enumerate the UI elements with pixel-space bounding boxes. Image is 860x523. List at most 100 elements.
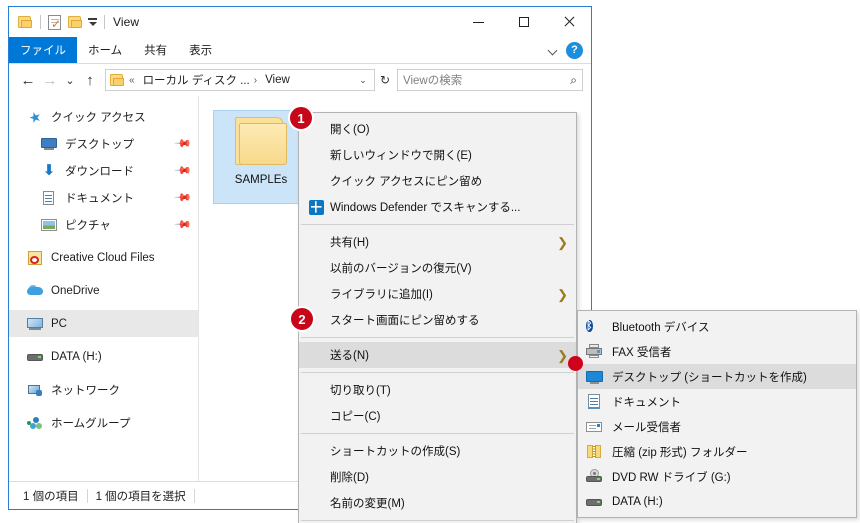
submenu-item-compressed-zip-folder[interactable]: 圧縮 (zip 形式) フォルダー [578, 439, 856, 464]
sidebar-item-onedrive[interactable]: OneDrive [9, 277, 198, 304]
context-menu-item-send-to[interactable]: 送る(N) ❯ [299, 342, 576, 368]
pictures-icon [41, 217, 57, 233]
status-divider-2 [193, 488, 195, 503]
sidebar-item-label: OneDrive [51, 284, 100, 297]
context-menu-item-create-shortcut[interactable]: ショートカットの作成(S) [299, 438, 576, 464]
breadcrumb-separator: › [253, 74, 258, 86]
context-menu-item-copy[interactable]: コピー(C) [299, 403, 576, 429]
submenu-item-mail-recipient[interactable]: メール受信者 [578, 414, 856, 439]
submenu-item-fax-recipient[interactable]: FAX 受信者 [578, 339, 856, 364]
document-icon [586, 393, 604, 410]
context-menu-item-cut[interactable]: 切り取り(T) [299, 377, 576, 403]
navigation-pane: ★ クイック アクセス デスクトップ 📌 ⬇ ダウンロード 📌 ドキュメント 📌… [9, 96, 199, 481]
sidebar-item-pc[interactable]: PC [9, 310, 198, 337]
status-item-count: 1 個の項目 [23, 490, 79, 503]
context-menu-item-open-new-window[interactable]: 新しいウィンドウで開く(E) [299, 142, 576, 168]
context-menu-item-defender-scan[interactable]: Windows Defender でスキャンする... [299, 194, 576, 220]
close-button[interactable] [546, 7, 591, 37]
tab-home[interactable]: ホーム [77, 37, 133, 63]
breadcrumb-item-1[interactable]: View [265, 74, 290, 86]
up-button[interactable]: ↑ [79, 69, 101, 91]
context-menu-separator [301, 224, 574, 225]
context-menu-item-restore-previous-versions[interactable]: 以前のバージョンの復元(V) [299, 255, 576, 281]
explorer-screenshot: ✓ View ファイル ホーム 共有 表示 ? ← → ⌄ ↑ « ローカル デ… [0, 0, 860, 523]
back-button[interactable]: ← [17, 69, 39, 91]
pin-icon[interactable]: 📌 [174, 134, 193, 153]
context-menu-item-label: 送る(N) [330, 350, 369, 362]
recent-locations-icon[interactable]: ⌄ [61, 69, 79, 91]
help-button[interactable]: ? [566, 41, 583, 59]
sidebar-item-creative-cloud-files[interactable]: Creative Cloud Files [9, 244, 198, 271]
submenu-item-label: Bluetooth デバイス [612, 321, 710, 334]
folder-icon[interactable] [18, 15, 33, 29]
new-folder-icon[interactable] [68, 15, 83, 29]
submenu-item-label: FAX 受信者 [612, 346, 672, 359]
minimize-button[interactable] [456, 7, 501, 37]
submenu-item-label: DVD RW ドライブ (G:) [612, 471, 731, 484]
breadcrumb-item-0[interactable]: ローカル ディスク ... [143, 72, 250, 88]
context-menu-item-label: 開く(O) [330, 124, 370, 136]
context-menu-item-label: コピー(C) [330, 411, 381, 423]
sidebar-item-label: Creative Cloud Files [51, 251, 155, 264]
title-bar: ✓ View [9, 7, 591, 37]
pin-icon[interactable]: 📌 [174, 161, 193, 180]
sidebar-item-label: デスクトップ [65, 138, 134, 151]
qat-divider [40, 15, 41, 29]
quick-access-toolbar: ✓ View [9, 14, 140, 30]
sidebar-item-pictures[interactable]: ピクチャ 📌 [9, 211, 198, 238]
address-dropdown-icon[interactable]: ⌄ [356, 75, 370, 86]
shield-icon [306, 199, 326, 215]
chevron-down-icon[interactable] [549, 46, 558, 55]
context-menu-item-open[interactable]: 開く(O) [299, 116, 576, 142]
context-menu-item-add-to-library[interactable]: ライブラリに追加(I) ❯ [299, 281, 576, 307]
sidebar-item-desktop[interactable]: デスクトップ 📌 [9, 130, 198, 157]
document-icon [41, 190, 57, 206]
sidebar-item-data-h[interactable]: DATA (H:) [9, 343, 198, 370]
search-box[interactable]: Viewの検索 ⌕ [397, 69, 583, 91]
context-menu-item-rename[interactable]: 名前の変更(M) [299, 490, 576, 516]
context-menu-item-label: Windows Defender でスキャンする... [330, 202, 521, 214]
submenu-item-dvd-rw-drive[interactable]: DVD RW ドライブ (G:) [578, 464, 856, 489]
tab-file[interactable]: ファイル [9, 37, 77, 63]
pin-icon[interactable]: 📌 [174, 188, 193, 207]
submenu-item-bluetooth-device[interactable]: ᛒ Bluetooth デバイス [578, 314, 856, 339]
desktop-icon [586, 369, 604, 385]
fax-icon [586, 343, 604, 360]
homegroup-icon [27, 415, 43, 431]
submenu-item-data-h[interactable]: DATA (H:) [578, 489, 856, 514]
forward-button[interactable]: → [39, 69, 61, 91]
context-menu: 開く(O) 新しいウィンドウで開く(E) クイック アクセスにピン留め Wind… [298, 112, 577, 523]
sidebar-item-quick-access[interactable]: ★ クイック アクセス [9, 103, 198, 130]
window-title: View [113, 15, 140, 29]
tab-share[interactable]: 共有 [133, 37, 178, 63]
drive-icon [586, 494, 604, 510]
submenu-item-desktop-shortcut[interactable]: デスクトップ (ショートカットを作成) [578, 364, 856, 389]
maximize-button[interactable] [501, 7, 546, 37]
mail-icon [586, 419, 604, 435]
sidebar-item-label: ネットワーク [51, 384, 120, 397]
search-input[interactable]: Viewの検索 [403, 72, 462, 88]
download-icon: ⬇ [42, 161, 56, 179]
context-menu-separator [301, 433, 574, 434]
sidebar-item-homegroup[interactable]: ホームグループ [9, 409, 198, 436]
sidebar-item-documents[interactable]: ドキュメント 📌 [9, 184, 198, 211]
submenu-item-documents[interactable]: ドキュメント [578, 389, 856, 414]
tab-view[interactable]: 表示 [178, 37, 223, 63]
sidebar-item-label: クイック アクセス [51, 111, 146, 124]
refresh-button[interactable]: ↻ [375, 69, 395, 91]
sidebar-item-network[interactable]: ネットワーク [9, 376, 198, 403]
pin-icon[interactable]: 📌 [174, 215, 193, 234]
onedrive-icon [27, 283, 43, 299]
sidebar-item-label: PC [51, 317, 67, 330]
context-menu-item-delete[interactable]: 削除(D) [299, 464, 576, 490]
context-menu-item-pin-to-start[interactable]: スタート画面にピン留めする [299, 307, 576, 333]
file-item-label: SAMPLEs [234, 174, 288, 186]
context-menu-item-pin-quick-access[interactable]: クイック アクセスにピン留め [299, 168, 576, 194]
drive-icon [27, 349, 43, 365]
chevron-right-icon: ❯ [557, 234, 568, 250]
sidebar-item-downloads[interactable]: ⬇ ダウンロード 📌 [9, 157, 198, 184]
qat-dropdown-icon[interactable] [88, 18, 97, 26]
context-menu-item-share[interactable]: 共有(H) ❯ [299, 229, 576, 255]
properties-doc-icon[interactable]: ✓ [48, 14, 61, 30]
address-field[interactable]: « ローカル ディスク ... › View ⌄ [105, 69, 375, 91]
